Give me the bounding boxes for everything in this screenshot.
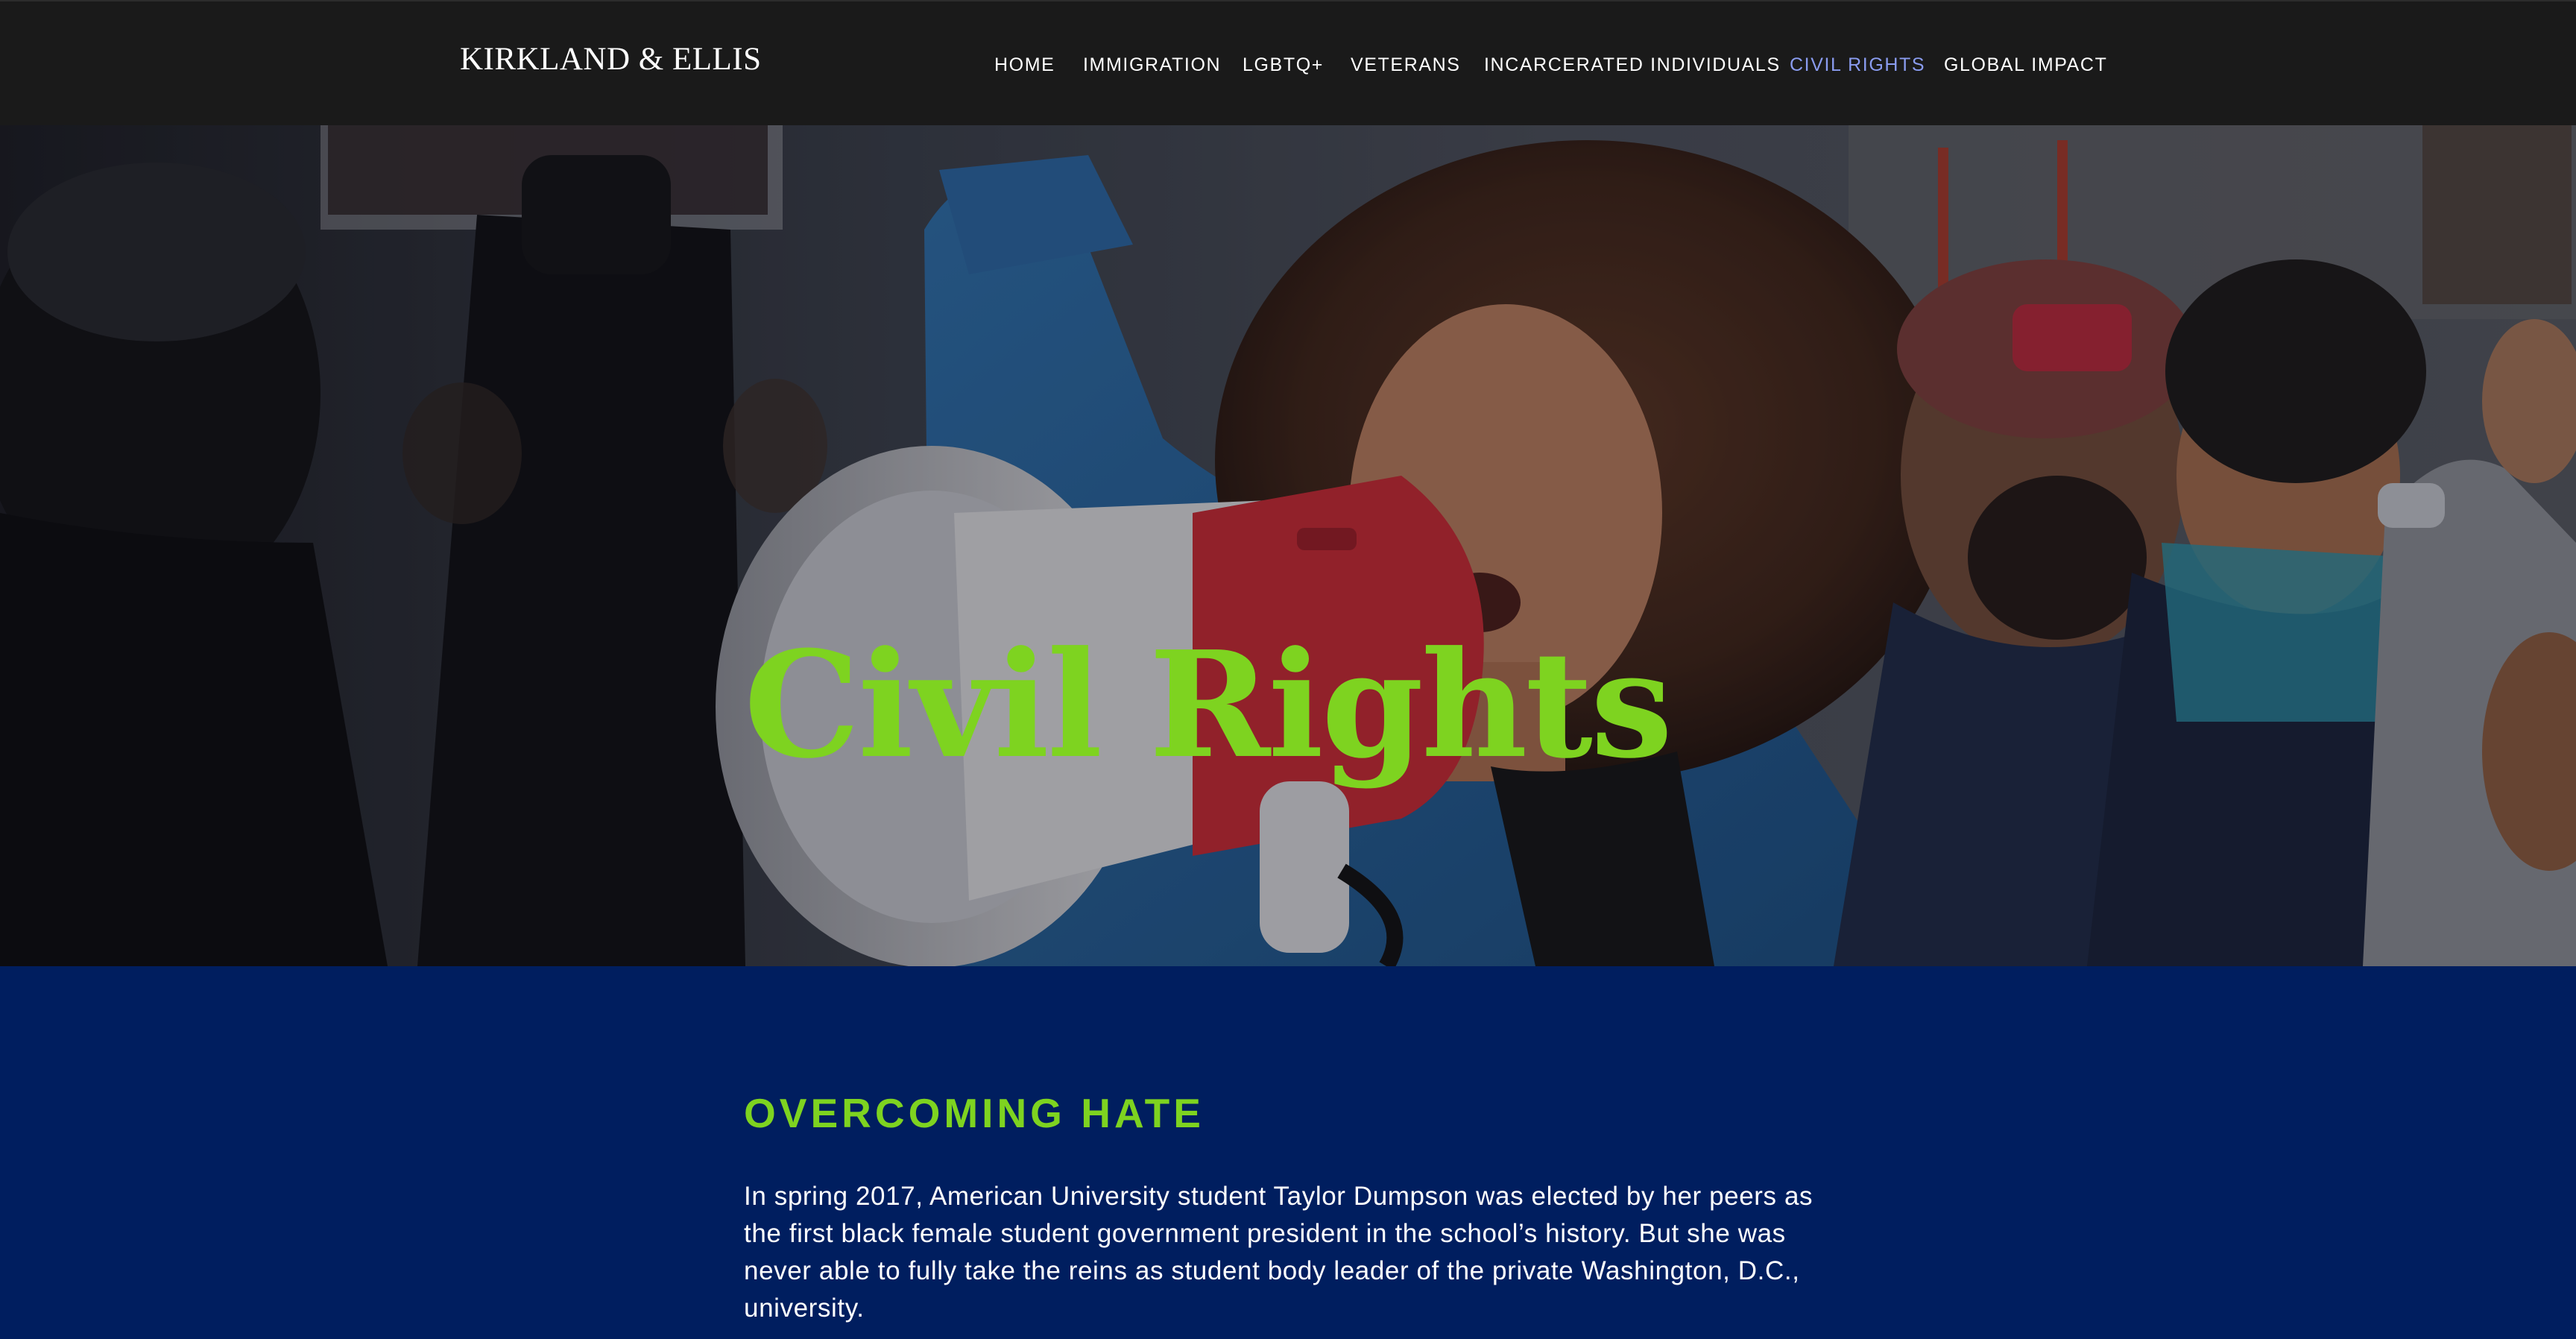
section-heading: OVERCOMING HATE xyxy=(744,1090,1205,1136)
section-body-text: In spring 2017, American University stud… xyxy=(744,1182,1813,1323)
nav-item-incarcerated-individuals[interactable]: INCARCERATED INDIVIDUALS xyxy=(1484,52,1781,78)
main-nav: HOME IMMIGRATION LGBTQ+ VETERANS INCARCE… xyxy=(0,52,2576,78)
nav-item-immigration[interactable]: IMMIGRATION xyxy=(1083,52,1221,78)
hero-dark-overlay xyxy=(0,125,2576,966)
nav-item-civil-rights[interactable]: CIVIL RIGHTS xyxy=(1790,52,1925,78)
content-section: OVERCOMING HATE In spring 2017, American… xyxy=(0,966,2576,1339)
page: KIRKLAND & ELLIS HOME IMMIGRATION LGBTQ+… xyxy=(0,0,2576,1339)
hero-title: Civil Rights xyxy=(744,620,1673,791)
nav-item-veterans[interactable]: VETERANS xyxy=(1351,52,1461,78)
top-navigation-bar: KIRKLAND & ELLIS HOME IMMIGRATION LGBTQ+… xyxy=(0,0,2576,125)
nav-item-global-impact[interactable]: GLOBAL IMPACT xyxy=(1944,52,2107,78)
nav-item-home[interactable]: HOME xyxy=(994,52,1055,78)
nav-item-lgbtq[interactable]: LGBTQ+ xyxy=(1243,52,1324,78)
hero-banner: Civil Rights xyxy=(0,125,2576,966)
